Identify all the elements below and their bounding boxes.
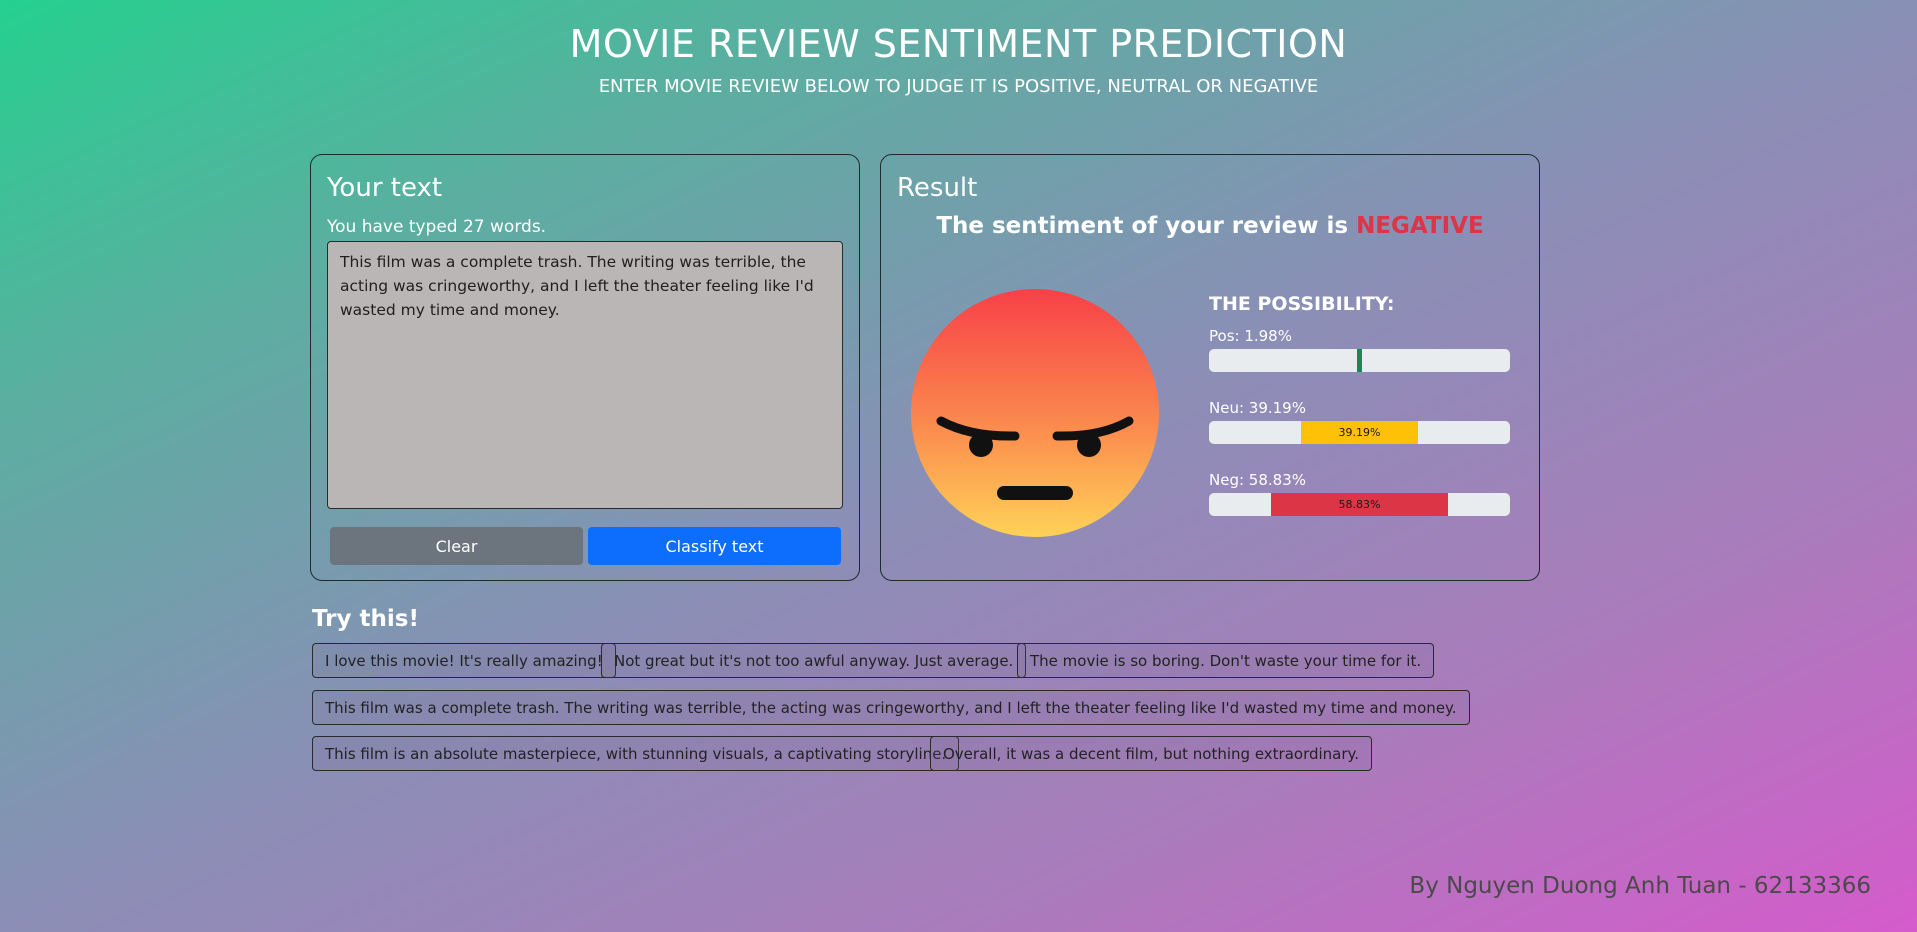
- angry-face-icon: [911, 289, 1159, 537]
- example-button[interactable]: Not great but it's not too awful anyway.…: [601, 643, 1027, 678]
- sentiment-prefix: The sentiment of your review is: [936, 213, 1357, 239]
- input-card-title: Your text: [327, 173, 443, 203]
- neg-progress-fill: 58.83%: [1270, 493, 1449, 516]
- example-button[interactable]: The movie is so boring. Don't waste your…: [1017, 643, 1435, 678]
- sentiment-result: The sentiment of your review is NEGATIVE: [881, 213, 1539, 239]
- pos-progress-bar: [1209, 349, 1510, 372]
- neg-progress-bar: 58.83%: [1209, 493, 1510, 516]
- example-button[interactable]: I love this movie! It's really amazing!: [312, 643, 616, 678]
- examples-title: Try this!: [312, 606, 419, 632]
- pos-progress-fill: [1356, 349, 1363, 372]
- result-card: Result The sentiment of your review is N…: [880, 154, 1540, 581]
- neu-progress-fill: 39.19%: [1300, 421, 1419, 444]
- review-textarea[interactable]: This film was a complete trash. The writ…: [327, 241, 843, 509]
- neu-progress-bar: 39.19%: [1209, 421, 1510, 444]
- possibility-title: THE POSSIBILITY:: [1209, 293, 1395, 315]
- example-button[interactable]: Overall, it was a decent film, but nothi…: [930, 736, 1373, 771]
- input-card: Your text You have typed 27 words. This …: [310, 154, 860, 581]
- neg-label: Neg: 58.83%: [1209, 471, 1306, 489]
- pos-label: Pos: 1.98%: [1209, 327, 1292, 345]
- author-credit: By Nguyen Duong Anh Tuan - 62133366: [1409, 873, 1871, 899]
- classify-button[interactable]: Classify text: [588, 527, 841, 565]
- clear-button[interactable]: Clear: [330, 527, 583, 565]
- page-title: MOVIE REVIEW SENTIMENT PREDICTION: [569, 22, 1348, 66]
- sentiment-value: NEGATIVE: [1356, 213, 1484, 239]
- word-count-label: You have typed 27 words.: [327, 217, 547, 237]
- page-header: MOVIE REVIEW SENTIMENT PREDICTION ENTER …: [0, 22, 1917, 97]
- example-button[interactable]: This film is an absolute masterpiece, wi…: [312, 736, 960, 771]
- example-button[interactable]: This film was a complete trash. The writ…: [312, 690, 1470, 725]
- neu-label: Neu: 39.19%: [1209, 399, 1306, 417]
- result-card-title: Result: [897, 173, 978, 203]
- page-subtitle: ENTER MOVIE REVIEW BELOW TO JUDGE IT IS …: [598, 76, 1319, 97]
